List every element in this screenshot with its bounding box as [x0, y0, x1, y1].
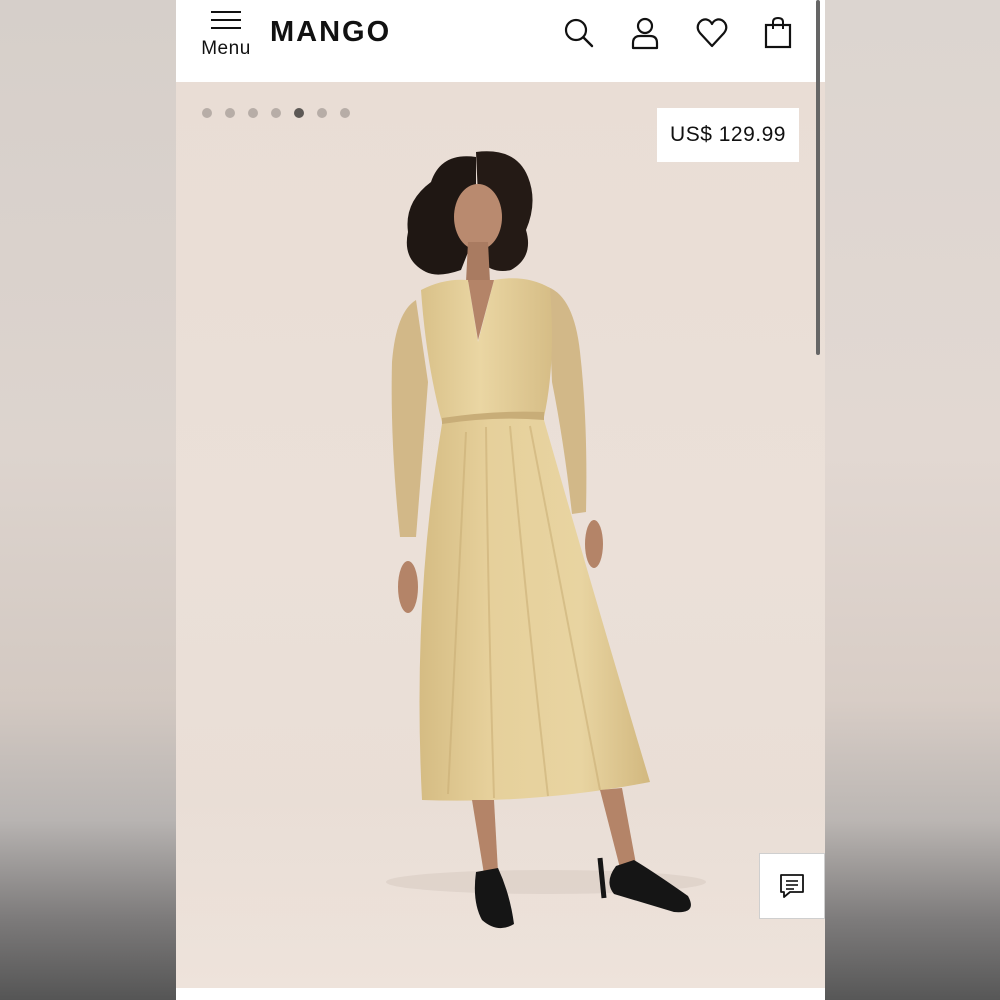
price-badge: US$ 129.99: [657, 108, 799, 162]
heart-icon[interactable]: [695, 16, 729, 50]
product-image-carousel[interactable]: US$ 129.99: [176, 82, 825, 988]
scrollbar[interactable]: [816, 0, 820, 355]
user-icon[interactable]: [628, 16, 662, 50]
carousel-dot[interactable]: [225, 108, 235, 118]
top-header: Menu MANGO: [176, 0, 825, 82]
carousel-dot[interactable]: [340, 108, 350, 118]
carousel-dot[interactable]: [202, 108, 212, 118]
chat-icon: [780, 874, 804, 898]
menu-label: Menu: [201, 38, 251, 59]
mobile-screen: Menu MANGO US$ 129.99: [176, 0, 825, 1000]
carousel-dot[interactable]: [294, 108, 304, 118]
carousel-dot[interactable]: [248, 108, 258, 118]
menu-button[interactable]: Menu: [194, 6, 258, 68]
carousel-dot[interactable]: [317, 108, 327, 118]
hamburger-icon: [211, 8, 241, 30]
product-photo: [386, 151, 706, 929]
blurred-background-right: [824, 0, 1000, 1000]
blurred-background-left: [0, 0, 176, 1000]
carousel-dot[interactable]: [271, 108, 281, 118]
brand-logo[interactable]: MANGO: [270, 16, 391, 49]
search-icon[interactable]: [562, 16, 596, 50]
carousel-dots: [202, 108, 350, 118]
bag-icon[interactable]: [761, 16, 795, 50]
chat-button[interactable]: [759, 853, 825, 919]
